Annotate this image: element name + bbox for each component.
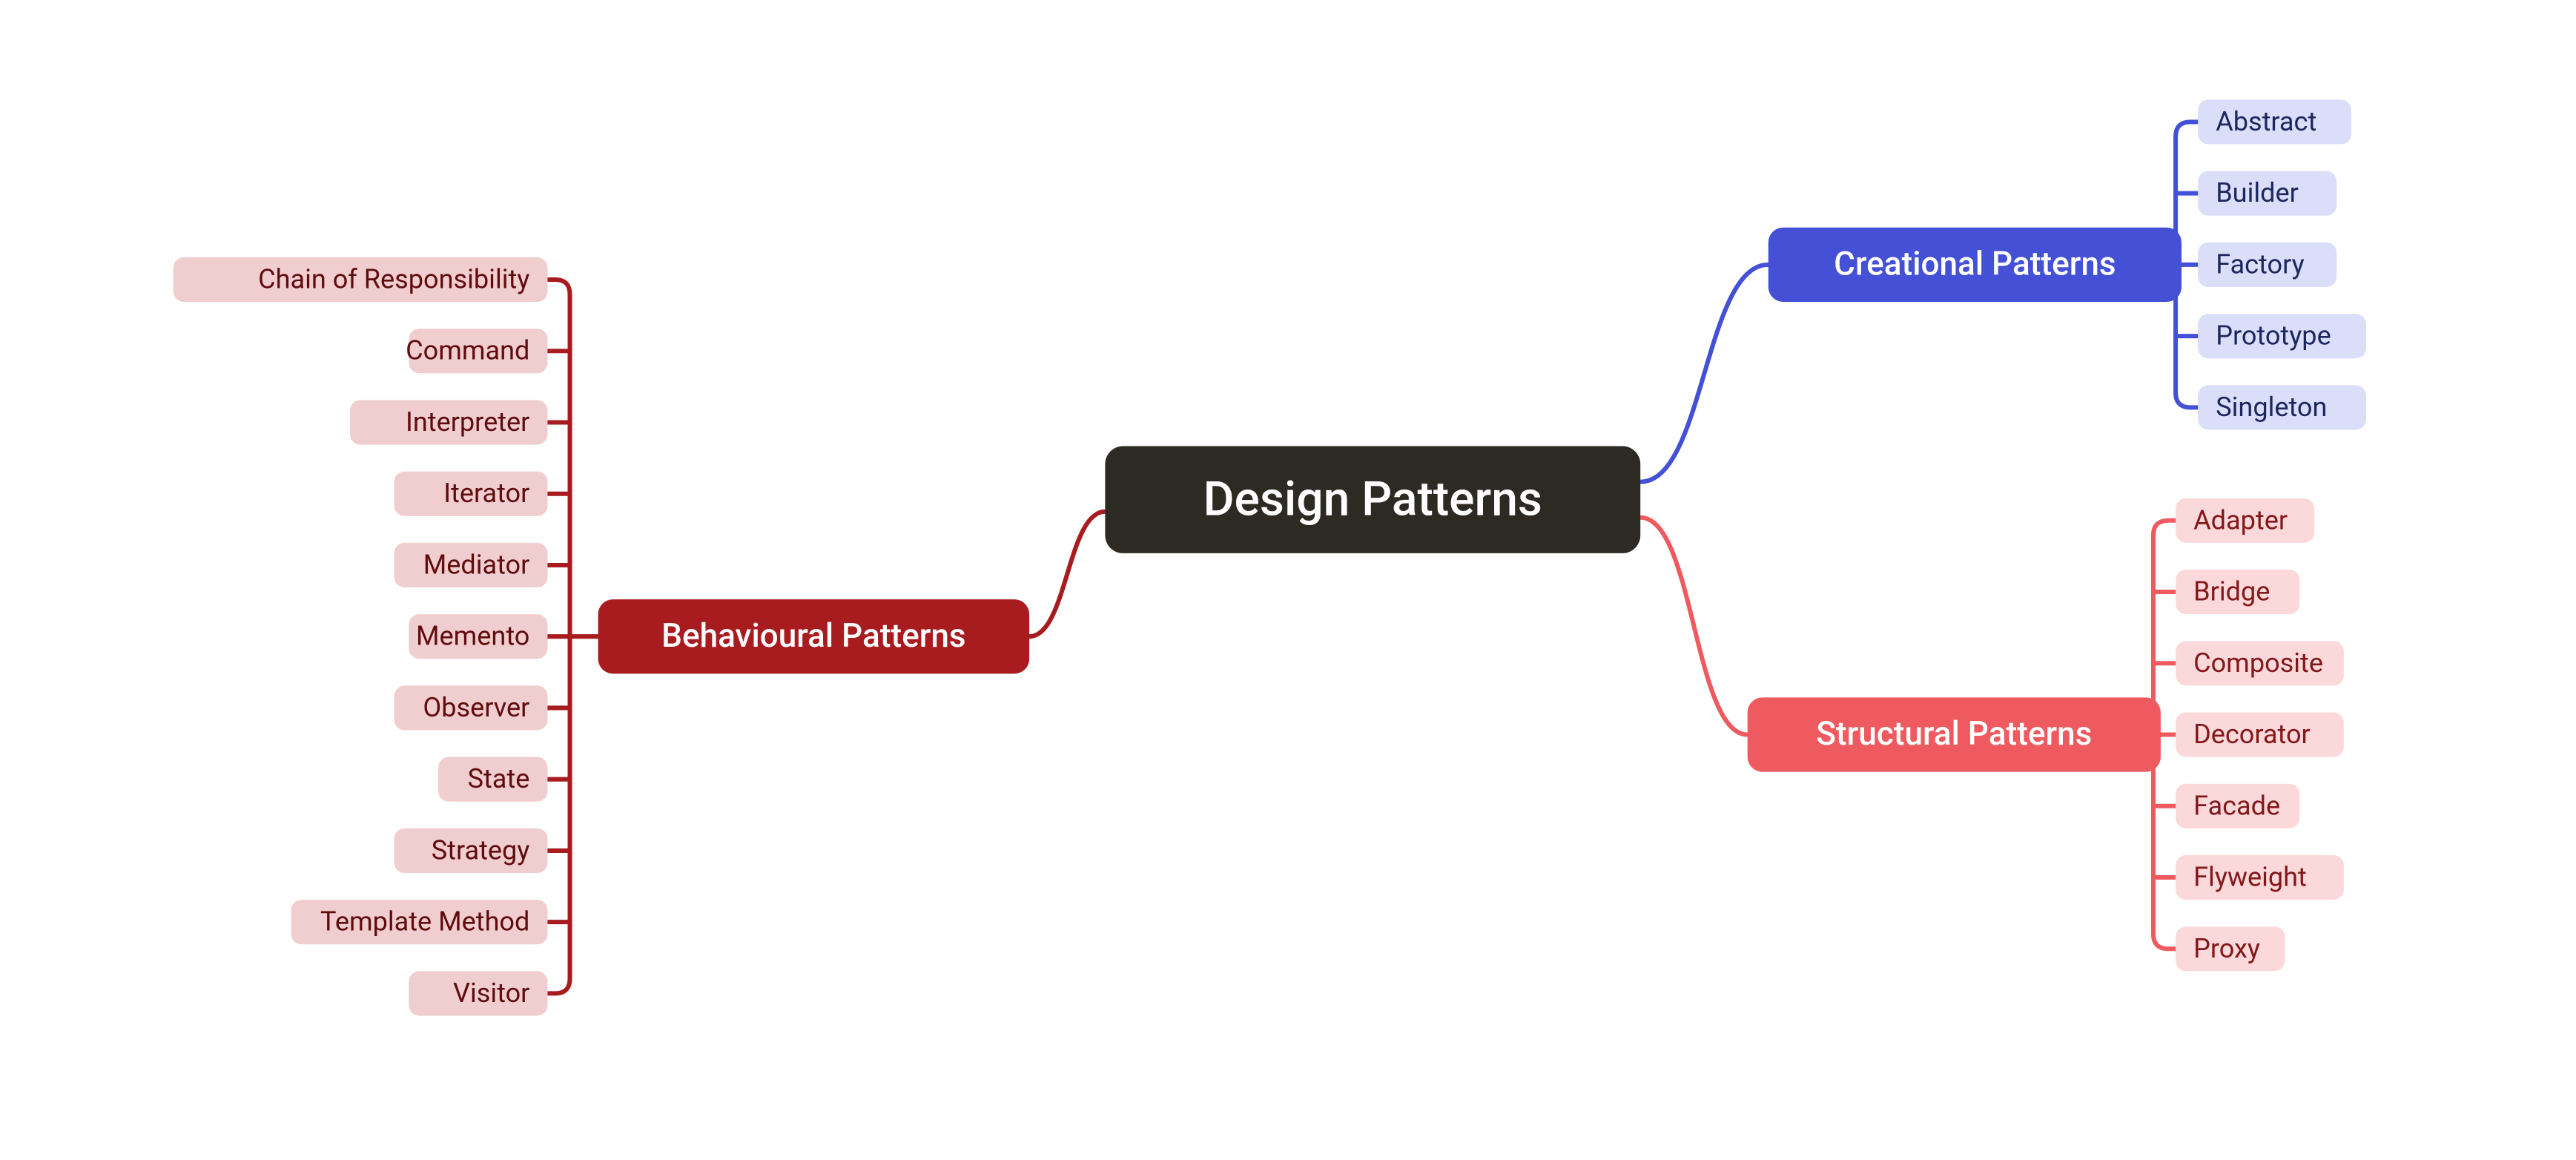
root-to-structural (1640, 518, 1747, 735)
behavioural-leaf-5-label: Memento (416, 621, 529, 652)
leaf-connector (2153, 521, 2176, 535)
creational-leaf-3-label: Prototype (2216, 320, 2331, 352)
leaf-connector (2176, 392, 2198, 407)
creational-label: Creational Patterns (1834, 245, 2116, 283)
structural-leaf-1-label: Bridge (2193, 576, 2270, 607)
structural-leaf-5-label: Flyweight (2193, 862, 2307, 893)
root-to-behavioural (1029, 512, 1105, 636)
leaf-connector (547, 978, 569, 993)
root-label: Design Patterns (1203, 471, 1542, 527)
root-to-creational (1640, 265, 1768, 482)
behavioural-leaf-0-label: Chain of Responsibility (258, 264, 529, 295)
behavioural-label: Behavioural Patterns (661, 616, 965, 655)
leaf-connector (2176, 122, 2198, 136)
behavioural-leaf-1-label: Command (406, 335, 529, 366)
behavioural-leaf-2-label: Interpreter (406, 406, 529, 438)
behavioural-leaf-4-label: Mediator (423, 549, 530, 580)
behavioural-leaf-3-label: Iterator (443, 478, 529, 509)
behavioural-leaf-8-label: Strategy (432, 834, 530, 866)
behavioural-leaf-9-label: Template Method (320, 906, 529, 937)
structural-leaf-0-label: Adapter (2193, 504, 2288, 535)
behavioural-leaf-7-label: State (468, 763, 530, 794)
behavioural-leaf-6-label: Observer (423, 692, 529, 723)
leaf-connector (2153, 934, 2176, 949)
creational-leaf-2-label: Factory (2216, 248, 2305, 280)
creational-leaf-1-label: Builder (2216, 177, 2299, 208)
structural-leaf-4-label: Facade (2193, 790, 2280, 821)
structural-leaf-2-label: Composite (2193, 647, 2323, 679)
structural-leaf-3-label: Decorator (2193, 719, 2311, 750)
structural-label: Structural Patterns (1816, 714, 2092, 753)
creational-leaf-4-label: Singleton (2216, 392, 2327, 423)
structural-leaf-6-label: Proxy (2193, 933, 2260, 964)
leaf-connector (547, 280, 569, 294)
creational-leaf-0-label: Abstract (2216, 106, 2316, 137)
mindmap-diagram: Design Patterns Creational Patterns Abstra… (0, 0, 2576, 1160)
behavioural-leaf-10-label: Visitor (453, 978, 529, 1009)
